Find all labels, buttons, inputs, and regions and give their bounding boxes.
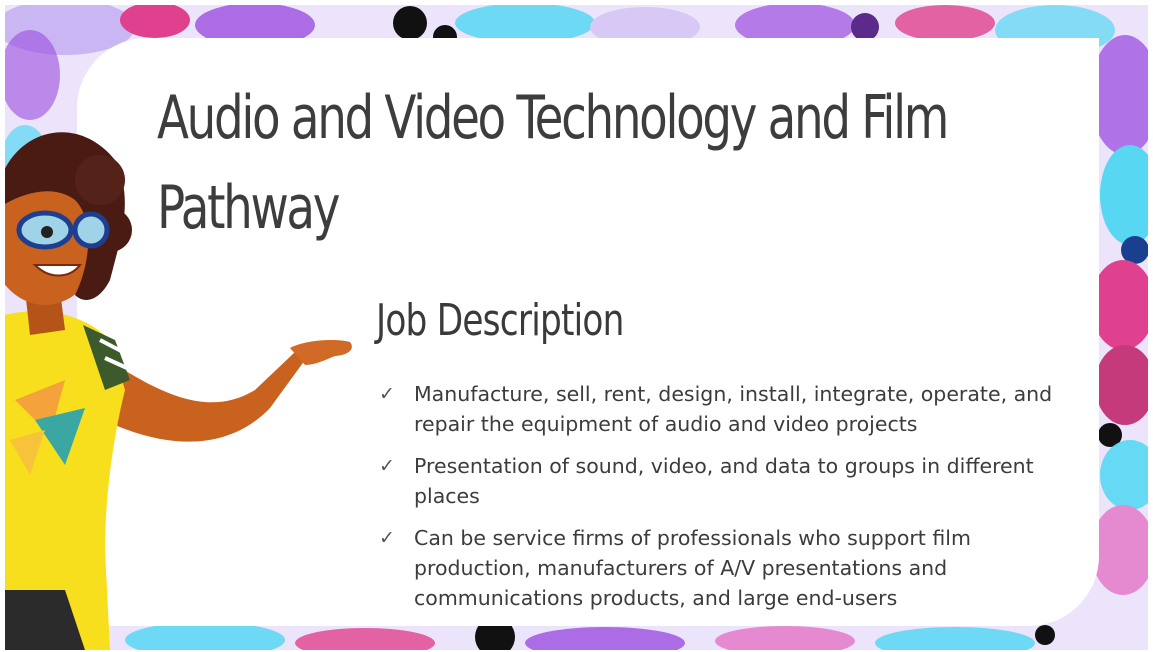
section-heading: Job Description (376, 295, 624, 346)
checkmark-icon: ✓ (379, 455, 395, 477)
slide: Audio and Video Technology and Film Path… (5, 5, 1148, 650)
job-description-list: ✓ Manufacture, sell, rent, design, insta… (377, 379, 1067, 625)
slide-title: Audio and Video Technology and Film Path… (157, 83, 949, 243)
list-item: ✓ Can be service firms of professionals … (377, 523, 1067, 613)
checkmark-icon: ✓ (379, 383, 395, 405)
bullet-text: Can be service firms of professionals wh… (414, 526, 971, 610)
checkmark-icon: ✓ (379, 527, 395, 549)
list-item: ✓ Manufacture, sell, rent, design, insta… (377, 379, 1067, 439)
bullet-text: Manufacture, sell, rent, design, install… (414, 382, 1053, 436)
bullet-text: Presentation of sound, video, and data t… (414, 454, 1034, 508)
list-item: ✓ Presentation of sound, video, and data… (377, 451, 1067, 511)
